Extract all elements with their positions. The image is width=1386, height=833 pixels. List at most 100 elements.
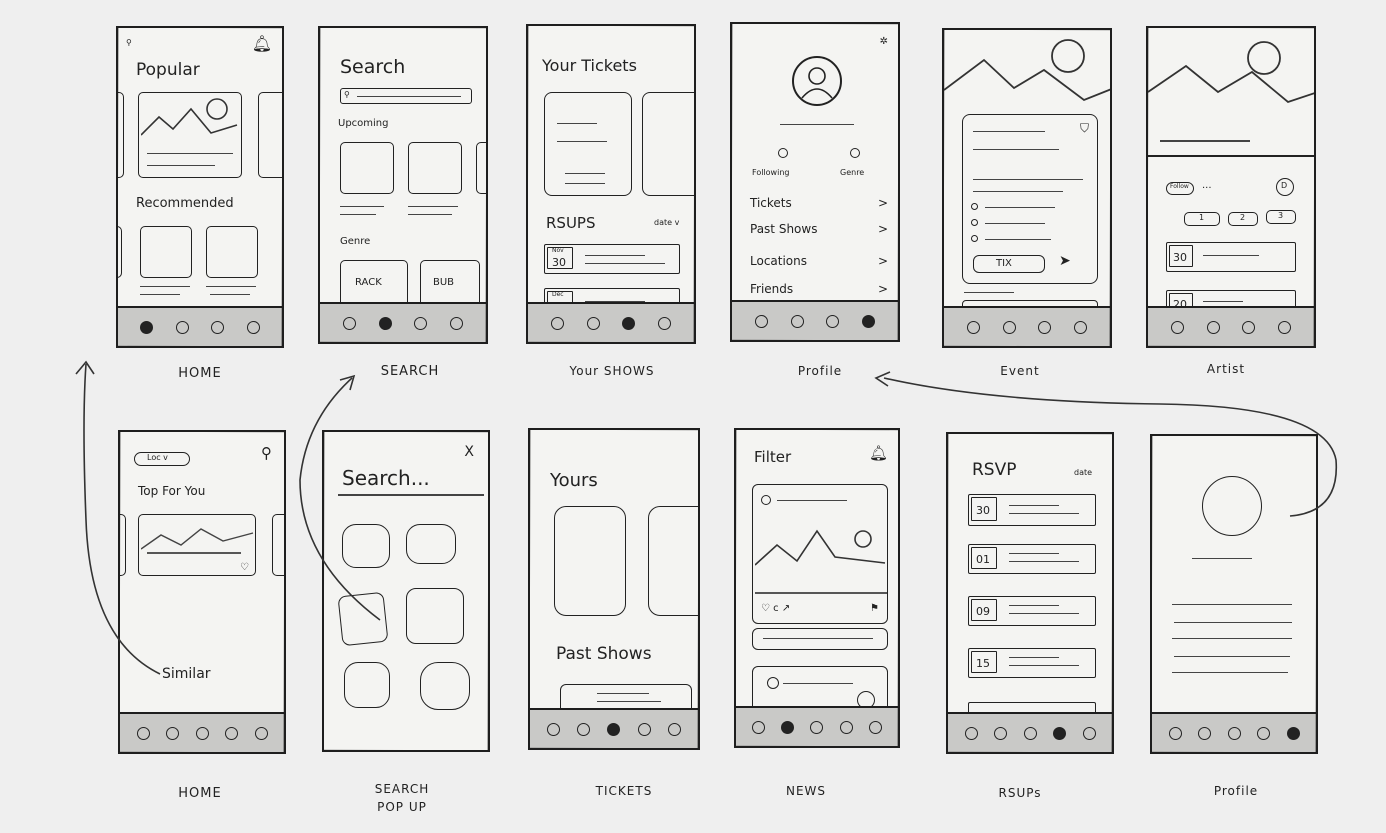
tab-shows-icon[interactable] [414,316,428,330]
upcoming-card[interactable] [408,142,462,194]
genre-tile[interactable] [406,524,456,564]
genre-card-bub[interactable]: BUB [420,260,480,308]
rsvp-row[interactable]: Nov 30 [544,244,680,274]
bell-icon[interactable]: 🔔︎ [869,444,888,462]
tab-profile-icon[interactable] [868,720,882,734]
tab-profile-icon[interactable] [862,314,876,328]
tab-search-icon[interactable] [175,320,189,334]
tab-shows-icon[interactable] [1038,320,1052,334]
tab-profile-icon[interactable] [658,316,672,330]
news-headline[interactable] [752,628,888,650]
tab-home-icon[interactable] [547,722,561,736]
rsvp-row[interactable]: 01 [968,544,1096,574]
tab-shows-icon[interactable] [622,316,636,330]
tab-shows-icon[interactable] [1227,726,1241,740]
tab-home-icon[interactable] [964,726,978,740]
search-popup-input[interactable]: Search... [342,466,430,490]
upcoming-card[interactable] [340,142,394,194]
ticket-card[interactable] [648,506,698,616]
artist-show-row[interactable]: 30 [1166,242,1296,272]
heart-icon[interactable]: ♡ [240,562,249,573]
tab-profile-icon[interactable] [246,320,260,334]
menu-item-locations[interactable]: Locations [750,254,807,268]
popular-card[interactable] [138,92,242,178]
tab-search-icon[interactable] [586,316,600,330]
chevron-right-icon[interactable]: > [878,222,888,236]
tab-home-icon[interactable] [1170,320,1184,334]
carousel-prev-card[interactable] [120,514,126,576]
tab-search-icon[interactable] [378,316,392,330]
ticket-card[interactable] [554,506,626,616]
tab-profile-icon[interactable] [1074,320,1088,334]
chevron-right-icon[interactable]: > [878,282,888,296]
menu-item-friends[interactable]: Friends [750,282,793,296]
play-button[interactable]: D [1276,178,1294,196]
news-card[interactable]: ♡ c ↗ ⚑ [752,484,888,624]
tab-shows-icon[interactable] [1023,726,1037,740]
tab-home-icon[interactable] [1168,726,1182,740]
chevron-right-icon[interactable]: > [878,254,888,268]
recommended-card[interactable] [118,226,122,278]
tab-news-icon[interactable] [1053,726,1066,740]
tab-home-icon[interactable] [754,314,768,328]
tix-button[interactable]: TIX [973,255,1045,273]
artist-tab-2[interactable]: 2 [1228,212,1258,226]
following-label[interactable]: Following [752,168,789,177]
rsvp-row[interactable]: 30 [968,494,1096,526]
location-pill[interactable]: Loc v [134,452,190,466]
settings-icon[interactable]: ✲ [880,36,888,47]
genre-tile[interactable] [337,591,389,647]
chevron-right-icon[interactable]: > [878,196,888,210]
filter-button[interactable]: Filter [754,448,791,466]
tab-shows-icon[interactable] [195,726,209,740]
artist-tab-1[interactable]: 1 [1184,212,1220,226]
tab-profile-icon[interactable] [1082,726,1096,740]
tab-home-icon[interactable] [966,320,980,334]
upcoming-card[interactable] [476,142,486,194]
date-filter[interactable]: date [1074,468,1092,477]
tab-search-icon[interactable] [577,722,591,736]
tab-news-icon[interactable] [1257,726,1270,740]
tab-search-icon[interactable] [166,726,179,740]
genre-tile[interactable] [420,662,470,710]
tab-search-icon[interactable] [994,726,1007,740]
genre-tile[interactable] [406,588,464,644]
tab-home-icon[interactable] [140,320,154,334]
tab-profile-icon[interactable] [450,316,464,330]
rsvp-row[interactable]: 15 [968,648,1096,678]
genre-tile[interactable] [344,662,390,708]
tab-news-icon[interactable] [637,722,651,736]
top-pick-card[interactable]: ♡ [138,514,256,576]
tab-profile-icon[interactable] [1286,726,1300,740]
tab-shows-icon[interactable] [826,314,840,328]
recommended-card[interactable] [206,226,258,278]
tab-profile-icon[interactable] [1278,320,1292,334]
follow-button[interactable]: Follow [1166,182,1194,195]
more-icon[interactable]: ... [1202,180,1212,191]
tab-profile-icon[interactable] [667,722,681,736]
tab-news-icon[interactable] [839,720,853,734]
tab-shows-icon[interactable] [1242,320,1256,334]
tab-news-icon[interactable] [225,726,238,740]
tab-search-icon[interactable] [1206,320,1220,334]
date-filter[interactable]: date v [654,218,679,227]
bell-icon[interactable]: 🔔︎ [252,34,272,53]
tab-search-icon[interactable] [790,314,804,328]
tab-profile-icon[interactable] [254,726,268,740]
genre-label[interactable]: Genre [840,168,864,177]
bookmark-icon[interactable]: ⛉ [1080,121,1089,136]
carousel-prev-card[interactable] [118,92,124,178]
news-actions[interactable]: ♡ c ↗ [761,603,790,614]
tab-shows-icon[interactable] [810,720,824,734]
ticket-card[interactable] [544,92,632,196]
tab-search-icon[interactable] [1002,320,1016,334]
close-icon[interactable]: X [464,444,474,460]
tab-home-icon[interactable] [136,726,150,740]
search-input[interactable]: ⚲ [340,88,472,104]
recommended-card[interactable] [140,226,192,278]
ticket-card[interactable] [642,92,694,196]
rsvp-row[interactable]: 09 [968,596,1096,626]
carousel-next-card[interactable] [272,514,284,576]
genre-card-rock[interactable]: RACK [340,260,408,308]
menu-item-tickets[interactable]: Tickets [750,196,792,210]
